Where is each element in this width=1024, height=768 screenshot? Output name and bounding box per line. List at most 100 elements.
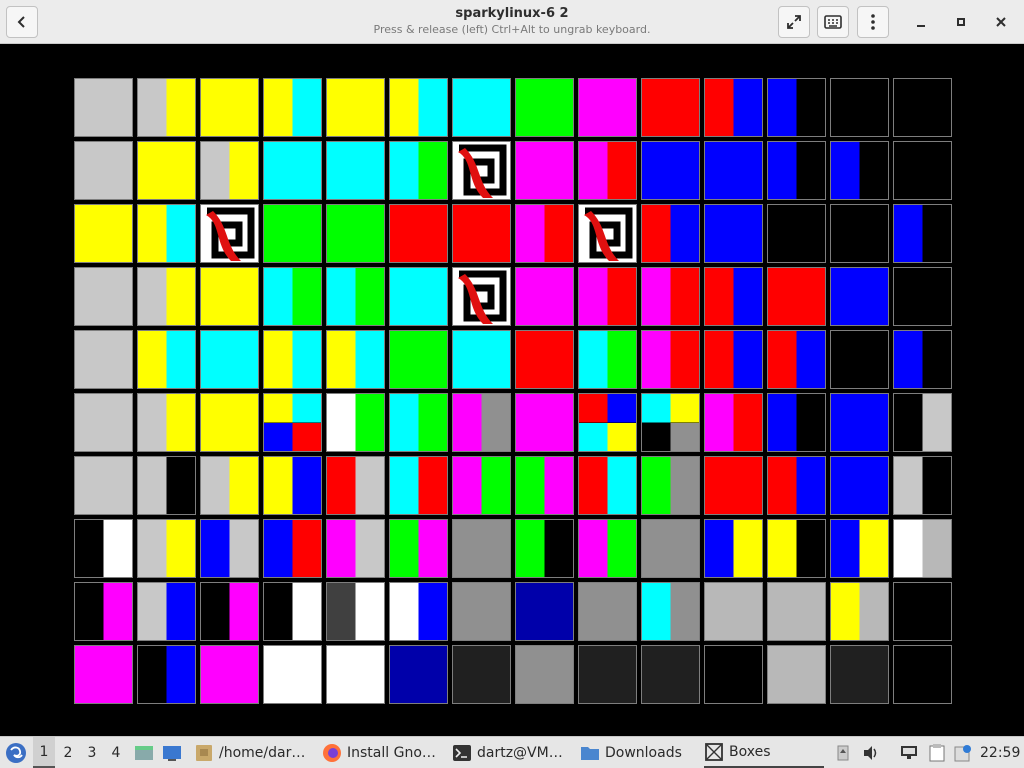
workspace-3[interactable]: 3 — [81, 737, 103, 768]
screen-tile — [641, 582, 700, 641]
screen-tile — [452, 456, 511, 515]
screen-tile — [704, 456, 763, 515]
screen-tile — [263, 582, 322, 641]
tray-updates[interactable] — [952, 737, 974, 768]
screen-tile — [74, 393, 133, 452]
tray-upload[interactable] — [835, 737, 851, 768]
screen-tile — [74, 141, 133, 200]
screen-tile — [641, 645, 700, 704]
screen-tile — [137, 456, 196, 515]
screen-tile — [704, 141, 763, 200]
screen-tile — [767, 78, 826, 137]
screen-tile — [452, 204, 511, 263]
screen-tile — [389, 141, 448, 200]
tray-volume[interactable] — [860, 737, 882, 768]
screen-tile — [893, 393, 952, 452]
keyboard-icon — [824, 15, 842, 29]
volume-icon — [864, 745, 877, 760]
screen-tile — [263, 393, 322, 452]
logo-fragment-icon — [579, 205, 636, 262]
screen-tile — [578, 141, 637, 200]
screen-tile — [389, 582, 448, 641]
vm-display[interactable] — [0, 45, 1024, 736]
screen-tile — [641, 456, 700, 515]
screen-tile — [137, 267, 196, 326]
screen-tile — [326, 204, 385, 263]
logo-fragment-icon — [453, 268, 510, 325]
folder-icon — [581, 746, 599, 760]
screen-tile — [389, 645, 448, 704]
task-boxes[interactable]: Boxes — [704, 737, 824, 768]
workspace-1[interactable]: 1 — [33, 737, 55, 768]
clipboard-icon — [929, 743, 945, 761]
screen-tile — [326, 582, 385, 641]
task-home-folder[interactable]: /home/dar… — [194, 737, 310, 768]
screen-tile — [515, 456, 574, 515]
maximize-button[interactable] — [945, 6, 977, 38]
screen-tile — [137, 78, 196, 137]
quicklaunch-desktop[interactable] — [161, 737, 183, 768]
screen-tile — [200, 519, 259, 578]
screen-tile — [641, 204, 700, 263]
workspace-2[interactable]: 2 — [57, 737, 79, 768]
workspace-label: 1 — [39, 743, 49, 760]
task-downloads[interactable]: Downloads — [580, 737, 690, 768]
screen-tile — [326, 141, 385, 200]
screen-tile — [641, 519, 700, 578]
screen-tile — [641, 393, 700, 452]
fullscreen-button[interactable] — [778, 6, 810, 38]
screen-tile — [200, 204, 259, 263]
screen-tile — [704, 582, 763, 641]
close-button[interactable] — [985, 6, 1017, 38]
screen-tile — [641, 78, 700, 137]
screen-tile — [137, 141, 196, 200]
screen-tile — [389, 204, 448, 263]
screen-tile — [74, 204, 133, 263]
screen-tile — [704, 204, 763, 263]
screen-tile — [515, 393, 574, 452]
keyboard-button[interactable] — [817, 6, 849, 38]
screen-tile — [830, 267, 889, 326]
clock: 22:59 — [980, 744, 1021, 761]
tray-network[interactable] — [898, 737, 920, 768]
screen-tile — [515, 645, 574, 704]
screen-tile — [389, 330, 448, 389]
screen-tile — [326, 393, 385, 452]
screen-tile — [263, 645, 322, 704]
workspace-label: 2 — [63, 744, 73, 761]
screen-tile — [515, 78, 574, 137]
menu-icon — [6, 742, 26, 763]
screen-tile — [641, 267, 700, 326]
screen-tile — [200, 267, 259, 326]
task-label: dartz@VM… — [477, 744, 563, 761]
screen-tile — [515, 267, 574, 326]
screen-tile — [830, 582, 889, 641]
tray-clipboard[interactable] — [926, 737, 948, 768]
desktop-icon — [163, 745, 181, 761]
screen-tile — [767, 204, 826, 263]
workspace-label: 4 — [111, 744, 121, 761]
app-menu-button[interactable] — [4, 737, 28, 768]
screen-tile — [389, 267, 448, 326]
task-terminal[interactable]: dartz@VM… — [452, 737, 570, 768]
screen-tile — [578, 645, 637, 704]
screen-tile — [767, 645, 826, 704]
minimize-button[interactable] — [905, 6, 937, 38]
screen-tile — [767, 141, 826, 200]
task-firefox[interactable]: Install Gno… — [322, 737, 444, 768]
task-label: /home/dar… — [219, 744, 306, 761]
screen-tile — [452, 141, 511, 200]
minimize-icon — [917, 25, 925, 27]
menu-button[interactable] — [857, 6, 889, 38]
screen-tile — [893, 267, 952, 326]
kebab-menu-icon — [871, 14, 875, 30]
screen-tile — [641, 330, 700, 389]
workspace-4[interactable]: 4 — [105, 737, 127, 768]
logo-fragment-icon — [201, 205, 258, 262]
screen-tile — [326, 78, 385, 137]
screen-tile — [74, 519, 133, 578]
quicklaunch-files[interactable] — [133, 737, 155, 768]
fullscreen-icon — [787, 15, 801, 29]
screen-tile — [578, 330, 637, 389]
screen-tile — [704, 330, 763, 389]
